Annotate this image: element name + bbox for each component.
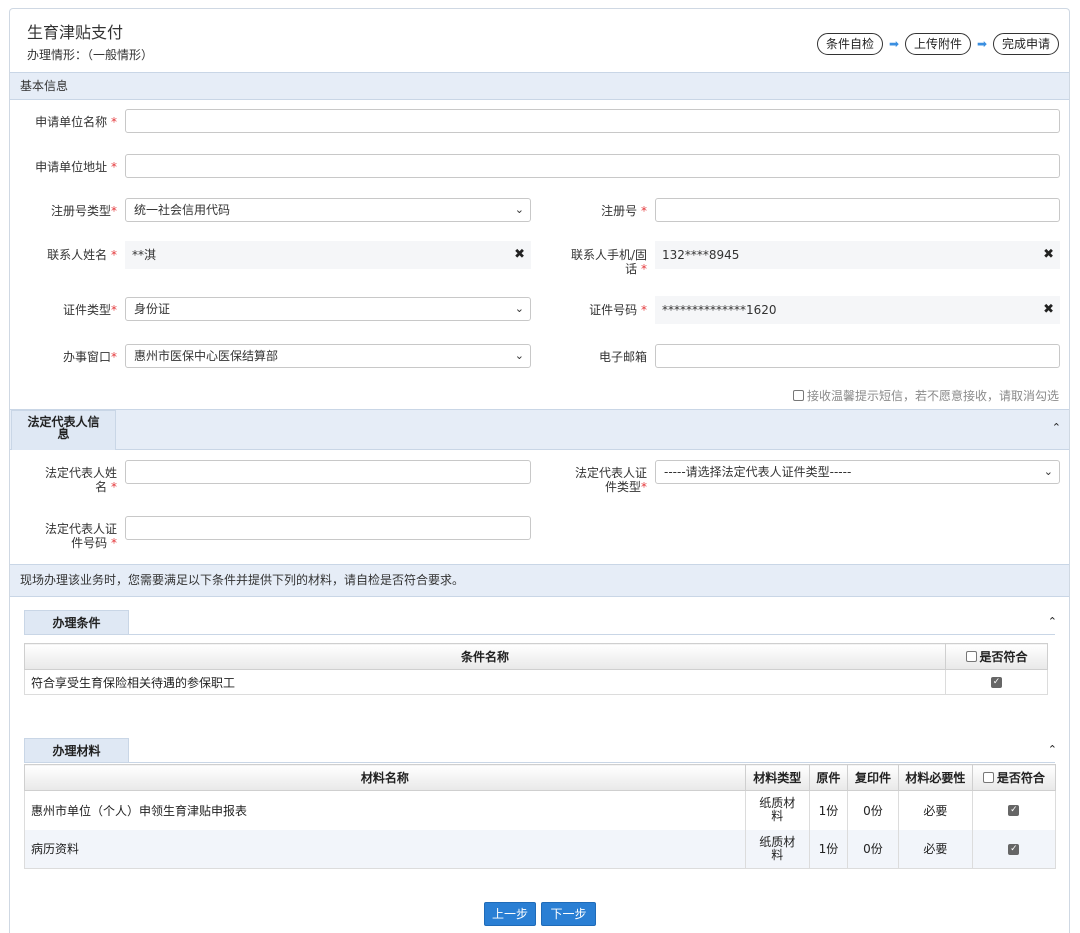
legal-name-input[interactable]	[125, 460, 531, 484]
chevron-up-icon[interactable]: ⌃	[1048, 743, 1057, 756]
sms-opt-in[interactable]: 接收温馨提示短信，若不愿意接收，请取消勾选	[792, 387, 1059, 404]
tab-legal-representative[interactable]: 法定代表人信息	[11, 410, 116, 450]
legal-id-no-label: 法定代表人证 件号码 *	[44, 522, 117, 550]
chevron-down-icon: ⌄	[1043, 465, 1053, 478]
table-row: 惠州市单位（个人）申领生育津贴申报表 纸质材料 1份 0份 必要 ✓	[24, 790, 1057, 830]
tab-materials[interactable]: 办理材料	[24, 738, 129, 762]
application-form-panel: 生育津贴支付 办理情形：（一般情形） 条件自检 ➡ 上传附件 ➡ 完成申请 基本…	[9, 8, 1070, 933]
table-row: 病历资料 纸质材料 1份 0份 必要 ✓	[24, 829, 1057, 869]
checked-checkbox[interactable]: ✓	[1008, 805, 1020, 817]
right-arrow-icon: ➡	[888, 37, 899, 51]
col-condition-name: 条件名称	[23, 643, 947, 670]
contact-name-field[interactable]: **淇 ✖	[125, 241, 531, 269]
necessity-cell: 必要	[897, 829, 973, 869]
id-no-value: **************1620	[662, 303, 777, 317]
chevron-up-icon[interactable]: ⌃	[1052, 421, 1061, 434]
basic-info-section-bar: 基本信息	[10, 72, 1069, 100]
material-name-cell: 惠州市单位（个人）申领生育津贴申报表	[24, 790, 746, 830]
contact-name-label: 联系人姓名 *	[47, 248, 117, 262]
email-input[interactable]	[655, 344, 1060, 368]
reg-no-input[interactable]	[655, 198, 1060, 222]
service-window-value: 惠州市医保中心医保结算部	[134, 349, 279, 363]
checked-checkbox[interactable]: ✓	[991, 677, 1003, 688]
contact-phone-value: 132****8945	[662, 248, 740, 262]
legal-id-type-label: 法定代表人证 件类型*	[574, 466, 647, 494]
right-arrow-icon: ➡	[976, 37, 988, 51]
original-count-cell: 1份	[808, 829, 849, 869]
clear-icon[interactable]: ✖	[514, 241, 525, 269]
reg-type-value: 统一社会信用代码	[134, 203, 231, 217]
reg-type-label: 注册号类型*	[50, 204, 117, 218]
reg-no-label: 注册号 *	[601, 204, 647, 218]
id-no-label: 证件号码 *	[589, 303, 647, 317]
next-step-button[interactable]: 下一步	[541, 902, 596, 926]
prev-step-button[interactable]: 上一步	[484, 902, 536, 926]
col-original: 原件	[808, 764, 849, 791]
col-conditions-compliant[interactable]: 是否符合	[945, 643, 1048, 670]
unit-name-label: 申请单位名称 *	[35, 115, 117, 129]
col-material-name: 材料名称	[24, 764, 746, 791]
legal-id-type-select[interactable]: -----请选择法定代表人证件类型----- ⌄	[655, 460, 1060, 484]
unit-address-label: 申请单位地址 *	[35, 160, 117, 174]
step-indicator: 条件自检 ➡ 上传附件 ➡ 完成申请	[816, 33, 1059, 55]
id-type-label: 证件类型*	[62, 303, 117, 317]
checked-checkbox[interactable]: ✓	[1008, 843, 1020, 855]
material-type-cell: 纸质材料	[744, 790, 810, 830]
legal-id-no-input[interactable]	[125, 516, 531, 540]
material-compliant-cell[interactable]: ✓	[971, 829, 1057, 869]
col-necessity: 材料必要性	[897, 764, 973, 791]
unit-name-input[interactable]	[125, 109, 1060, 133]
legal-id-type-placeholder: -----请选择法定代表人证件类型-----	[664, 465, 852, 479]
notice-bar: 现场办理该业务时，您需要满足以下条件并提供下列的材料，请自检是否符合要求。	[10, 564, 1069, 597]
col-copy: 复印件	[847, 764, 899, 791]
service-window-label: 办事窗口*	[62, 350, 117, 364]
unit-address-input[interactable]	[125, 154, 1060, 178]
copy-count-cell: 0份	[847, 829, 899, 869]
id-no-field[interactable]: **************1620 ✖	[655, 296, 1060, 324]
necessity-cell: 必要	[897, 790, 973, 830]
col-material-type: 材料类型	[744, 764, 810, 791]
notice-text: 现场办理该业务时，您需要满足以下条件并提供下列的材料，请自检是否符合要求。	[20, 573, 465, 587]
chevron-up-icon[interactable]: ⌃	[1048, 615, 1057, 628]
service-window-select[interactable]: 惠州市医保中心医保结算部 ⌄	[125, 344, 531, 368]
legal-rep-section-bar	[10, 409, 1069, 450]
tab-conditions[interactable]: 办理条件	[24, 610, 129, 634]
clear-icon[interactable]: ✖	[1043, 241, 1054, 269]
tab-underline	[24, 634, 1055, 635]
condition-name-cell: 符合享受生育保险相关待遇的参保职工	[23, 669, 947, 695]
contact-name-value: **淇	[132, 248, 157, 262]
materials-table: 材料名称 材料类型 原件 复印件 材料必要性 是否符合 惠州市单位（个人）申领生…	[24, 764, 1057, 869]
copy-count-cell: 0份	[847, 790, 899, 830]
col-materials-compliant[interactable]: 是否符合	[971, 764, 1057, 791]
step-condition-check: 条件自检	[816, 33, 883, 55]
chevron-down-icon: ⌄	[514, 203, 524, 216]
chevron-down-icon: ⌄	[514, 349, 524, 362]
tab-underline	[24, 762, 1055, 763]
material-compliant-cell[interactable]: ✓	[971, 790, 1057, 830]
select-all-checkbox[interactable]	[965, 651, 977, 662]
contact-phone-label: 联系人手机/固话 *	[570, 248, 647, 276]
clear-icon[interactable]: ✖	[1043, 296, 1054, 324]
chevron-down-icon: ⌄	[514, 302, 524, 315]
id-type-value: 身份证	[134, 302, 171, 316]
condition-compliant-cell[interactable]: ✓	[945, 669, 1048, 695]
reg-type-select[interactable]: 统一社会信用代码 ⌄	[125, 198, 531, 222]
table-row: 符合享受生育保险相关待遇的参保职工 ✓	[23, 669, 1048, 695]
select-all-checkbox[interactable]	[982, 772, 994, 783]
page-title: 生育津贴支付	[27, 23, 124, 42]
step-complete-application: 完成申请	[992, 33, 1059, 55]
original-count-cell: 1份	[808, 790, 849, 830]
page-subtitle: 办理情形：（一般情形）	[27, 48, 154, 62]
legal-name-label: 法定代表人姓名 *	[44, 466, 117, 494]
material-name-cell: 病历资料	[24, 829, 746, 869]
sms-checkbox[interactable]	[792, 390, 804, 401]
section-title-basic-info: 基本信息	[20, 79, 69, 93]
email-label: 电子邮箱	[598, 350, 647, 364]
contact-phone-field[interactable]: 132****8945 ✖	[655, 241, 1060, 269]
id-type-select[interactable]: 身份证 ⌄	[125, 297, 531, 321]
step-upload-attachments: 上传附件	[904, 33, 971, 55]
conditions-table: 条件名称 是否符合 符合享受生育保险相关待遇的参保职工 ✓	[23, 643, 1048, 695]
material-type-cell: 纸质材料	[744, 829, 810, 869]
sms-opt-in-text: 接收温馨提示短信，若不愿意接收，请取消勾选	[806, 389, 1059, 403]
